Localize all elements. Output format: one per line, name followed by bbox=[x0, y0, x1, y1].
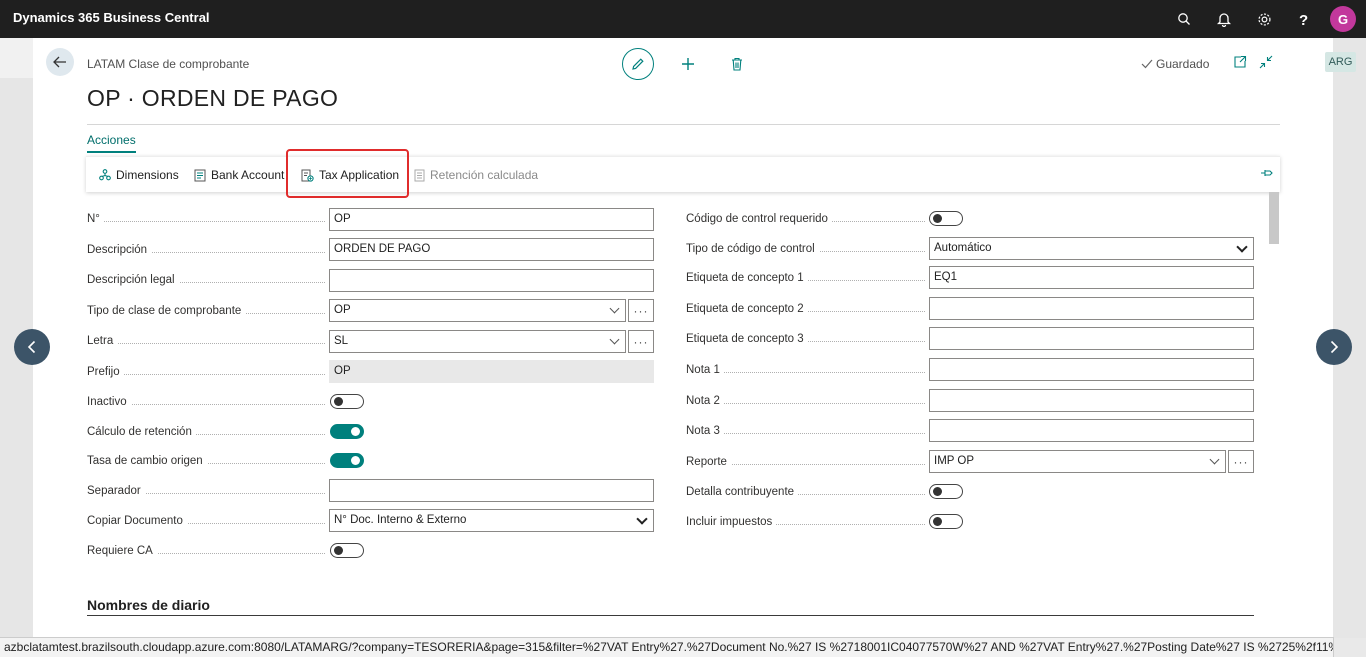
calculator-icon bbox=[414, 169, 425, 181]
dimensions-label: Dimensions bbox=[116, 168, 179, 182]
action-bar: Dimensions Bank Account Tax Application … bbox=[86, 156, 1280, 192]
inactivo-label: Inactivo bbox=[87, 394, 325, 410]
descripcion-legal-label: Descripción legal bbox=[87, 272, 325, 288]
no-label: N° bbox=[87, 211, 325, 227]
detalla-contribuyente-label: Detalla contribuyente bbox=[686, 484, 925, 500]
open-new-window-icon[interactable] bbox=[1233, 55, 1247, 72]
top-bar: Dynamics 365 Business Central ? G bbox=[0, 0, 1366, 38]
dimensions-action[interactable]: Dimensions bbox=[99, 157, 179, 193]
tipo-codigo-control-select[interactable]: Automático bbox=[929, 237, 1254, 260]
incluir-impuestos-label: Incluir impuestos bbox=[686, 514, 925, 530]
calculo-retencion-label: Cálculo de retención bbox=[87, 424, 325, 440]
app-title[interactable]: Dynamics 365 Business Central bbox=[13, 10, 210, 25]
arrow-left-icon bbox=[53, 56, 66, 68]
descripcion-label: Descripción bbox=[87, 242, 325, 258]
detalla-contribuyente-toggle[interactable] bbox=[929, 484, 963, 499]
separador-field[interactable] bbox=[329, 479, 654, 502]
etiqueta3-field[interactable] bbox=[929, 327, 1254, 350]
retencion-calculada-label: Retención calculada bbox=[430, 168, 539, 182]
descripcion-field[interactable]: ORDEN DE PAGO bbox=[329, 238, 654, 261]
letra-label: Letra bbox=[87, 333, 325, 349]
avatar[interactable]: G bbox=[1330, 6, 1356, 32]
reporte-label: Reporte bbox=[686, 454, 925, 470]
nota3-field[interactable] bbox=[929, 419, 1254, 442]
collapse-icon[interactable] bbox=[1259, 55, 1273, 72]
side-strip-left bbox=[0, 38, 33, 78]
new-button[interactable] bbox=[676, 52, 700, 76]
section-nombres-diario[interactable]: Nombres de diario bbox=[87, 597, 210, 613]
codigo-control-req-toggle[interactable] bbox=[929, 211, 963, 226]
next-record-button[interactable] bbox=[1316, 329, 1352, 365]
letra-select[interactable]: SL bbox=[329, 330, 626, 353]
status-url: azbclatamtest.brazilsouth.cloudapp.azure… bbox=[0, 637, 1334, 657]
section-divider bbox=[87, 615, 1254, 616]
svg-text:?: ? bbox=[1299, 12, 1308, 27]
scrollbar[interactable] bbox=[1269, 192, 1279, 244]
page-title: OP · ORDEN DE PAGO bbox=[87, 85, 339, 111]
pencil-icon bbox=[632, 58, 644, 70]
separador-label: Separador bbox=[87, 483, 325, 499]
tipo-codigo-control-label: Tipo de código de control bbox=[686, 241, 925, 257]
chevron-left-icon bbox=[27, 340, 36, 354]
dimensions-icon bbox=[99, 169, 111, 181]
tasa-cambio-label: Tasa de cambio origen bbox=[87, 453, 325, 469]
nota1-label: Nota 1 bbox=[686, 362, 925, 378]
bell-icon[interactable] bbox=[1204, 0, 1244, 38]
top-icons: ? G bbox=[1164, 0, 1356, 38]
back-button[interactable] bbox=[46, 48, 74, 76]
tipo-clase-lookup-button[interactable]: ··· bbox=[628, 299, 654, 322]
etiqueta2-field[interactable] bbox=[929, 297, 1254, 320]
edit-button[interactable] bbox=[622, 48, 654, 80]
nota1-field[interactable] bbox=[929, 358, 1254, 381]
etiqueta2-label: Etiqueta de concepto 2 bbox=[686, 301, 925, 317]
no-field[interactable]: OP bbox=[329, 208, 654, 231]
help-icon[interactable]: ? bbox=[1284, 0, 1324, 38]
letra-lookup-button[interactable]: ··· bbox=[628, 330, 654, 353]
nota3-label: Nota 3 bbox=[686, 423, 925, 439]
checkmark-icon bbox=[1141, 59, 1153, 69]
retencion-calculada-action[interactable]: Retención calculada bbox=[414, 157, 538, 193]
prefijo-label: Prefijo bbox=[87, 364, 325, 380]
bank-account-icon bbox=[194, 169, 206, 181]
pin-icon[interactable] bbox=[1260, 167, 1274, 181]
previous-record-button[interactable] bbox=[14, 329, 50, 365]
tipo-clase-select[interactable]: OP bbox=[329, 299, 626, 322]
inactivo-toggle[interactable] bbox=[330, 394, 364, 409]
reporte-select[interactable]: IMP OP bbox=[929, 450, 1226, 473]
plus-icon bbox=[682, 58, 694, 70]
divider bbox=[87, 124, 1280, 125]
reporte-lookup-button[interactable]: ··· bbox=[1228, 450, 1254, 473]
bank-account-action[interactable]: Bank Account bbox=[194, 157, 284, 193]
copiar-documento-label: Copiar Documento bbox=[87, 513, 325, 529]
tab-acciones[interactable]: Acciones bbox=[87, 133, 136, 153]
company-badge[interactable]: ARG bbox=[1325, 52, 1356, 72]
prefijo-field: OP bbox=[329, 360, 654, 383]
etiqueta1-label: Etiqueta de concepto 1 bbox=[686, 270, 925, 286]
etiqueta1-field[interactable]: EQ1 bbox=[929, 266, 1254, 289]
tipo-clase-label: Tipo de clase de comprobante bbox=[87, 303, 325, 319]
bank-account-label: Bank Account bbox=[211, 168, 285, 182]
saved-status: Guardado bbox=[1141, 57, 1209, 71]
copiar-documento-select[interactable]: N° Doc. Interno & Externo bbox=[329, 509, 654, 532]
etiqueta3-label: Etiqueta de concepto 3 bbox=[686, 331, 925, 347]
breadcrumb: LATAM Clase de comprobante bbox=[87, 57, 250, 71]
highlight-box bbox=[286, 149, 409, 198]
gear-icon[interactable] bbox=[1244, 0, 1284, 38]
descripcion-legal-field[interactable] bbox=[329, 269, 654, 292]
requiere-ca-toggle[interactable] bbox=[330, 543, 364, 558]
delete-button[interactable] bbox=[726, 52, 748, 76]
tasa-cambio-toggle[interactable] bbox=[330, 453, 364, 468]
chevron-right-icon bbox=[1330, 340, 1339, 354]
incluir-impuestos-toggle[interactable] bbox=[929, 514, 963, 529]
nota2-field[interactable] bbox=[929, 389, 1254, 412]
trash-icon bbox=[732, 57, 742, 71]
requiere-ca-label: Requiere CA bbox=[87, 543, 325, 559]
saved-label: Guardado bbox=[1156, 57, 1210, 71]
codigo-control-req-label: Código de control requerido bbox=[686, 211, 925, 227]
calculo-retencion-toggle[interactable] bbox=[330, 424, 364, 439]
search-icon[interactable] bbox=[1164, 0, 1204, 38]
nota2-label: Nota 2 bbox=[686, 393, 925, 409]
